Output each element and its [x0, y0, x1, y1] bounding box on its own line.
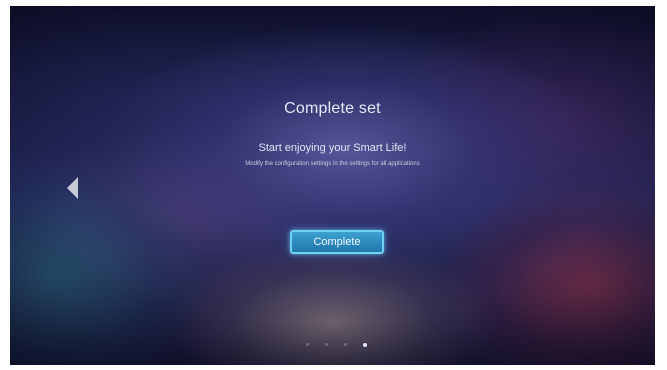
page-subtitle: Start enjoying your Smart Life! — [258, 142, 407, 154]
page-dot-3 — [344, 343, 347, 346]
page-description: Modify the configuration settings in the… — [245, 161, 420, 167]
back-arrow-icon[interactable] — [67, 177, 78, 199]
page-dot-1 — [306, 343, 309, 346]
background-vignette — [10, 6, 655, 365]
setup-screen: Complete set Start enjoying your Smart L… — [10, 6, 655, 365]
page-title: Complete set — [284, 100, 381, 117]
page-indicator — [306, 342, 376, 349]
page-dot-4-active — [363, 342, 367, 347]
page-dot-2 — [325, 343, 328, 346]
complete-button[interactable]: Complete — [290, 230, 384, 254]
